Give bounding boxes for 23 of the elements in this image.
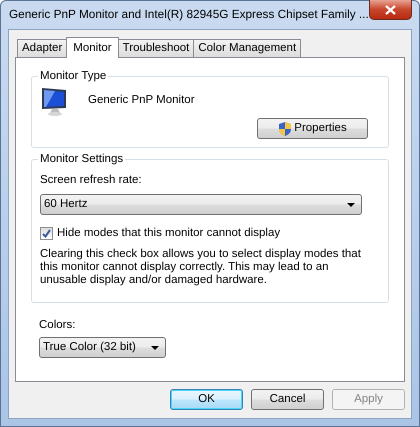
caret-icon bbox=[151, 346, 159, 350]
caret-icon bbox=[347, 202, 355, 207]
tab[interactable]: Adapter bbox=[17, 39, 68, 57]
close-button[interactable] bbox=[369, 0, 412, 20]
colors-dropdown[interactable]: True Color (32 bit) bbox=[39, 337, 166, 358]
checkbox[interactable] bbox=[40, 227, 53, 240]
group-label: Monitor Type bbox=[39, 70, 108, 83]
dialog-button[interactable]: Cancel bbox=[251, 389, 324, 410]
device-name: Generic PnP Monitor bbox=[88, 93, 195, 108]
field-label: Screen refresh rate: bbox=[40, 173, 143, 188]
close-icon bbox=[385, 4, 396, 14]
properties-button[interactable]: Properties bbox=[257, 118, 368, 139]
warning-text: Clearing this check box allows you to select display modes that this monitor cannot display correctly. This may lead to an unusable display and/or damaged hardware. bbox=[40, 248, 362, 286]
group-label: Monitor Settings bbox=[39, 153, 124, 166]
tab[interactable]: Color Management bbox=[193, 39, 302, 57]
checkbox-label: Hide modes that this monitor cannot display bbox=[57, 226, 280, 242]
tab[interactable]: Troubleshoot bbox=[118, 39, 194, 57]
refresh-rate-dropdown[interactable]: 60 Hertz bbox=[40, 194, 362, 216]
tab[interactable]: Monitor bbox=[66, 37, 119, 58]
shield-icon bbox=[278, 120, 292, 136]
window-title: Generic PnP Monitor and Intel(R) 82945G Express Chipset Family ... bbox=[8, 6, 369, 24]
field-label: Colors: bbox=[38, 318, 76, 333]
dialog-button[interactable]: OK bbox=[170, 389, 243, 410]
